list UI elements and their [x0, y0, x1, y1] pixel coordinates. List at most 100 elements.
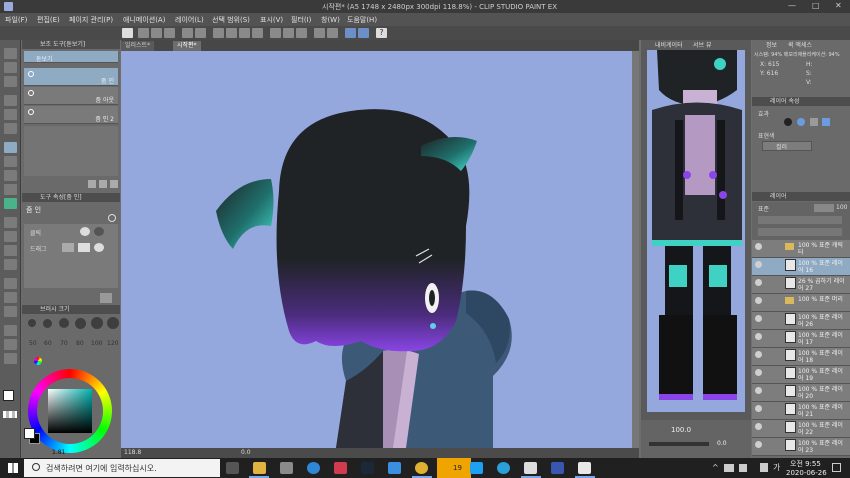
subview-zoom-readout[interactable]: 100.0: [671, 426, 691, 434]
visibility-eye-icon[interactable]: [755, 441, 762, 448]
subview-zoom-slider[interactable]: [649, 442, 709, 446]
visibility-eye-icon[interactable]: [755, 315, 762, 322]
tab-start[interactable]: 시작편*: [173, 41, 201, 51]
effect-texture-icon[interactable]: [810, 118, 818, 126]
clip-studio-icon[interactable]: [524, 462, 537, 474]
auto-select-tool-icon[interactable]: [4, 109, 17, 120]
operation-tool-icon[interactable]: [4, 76, 17, 87]
layer-row[interactable]: 100 % 표준 레이어 22: [752, 420, 850, 438]
brush-size-preset[interactable]: [43, 319, 52, 328]
eyedropper-tool-icon[interactable]: [4, 123, 17, 134]
visibility-eye-icon[interactable]: [755, 261, 762, 268]
zoom-value[interactable]: 118.8: [124, 449, 141, 456]
store-icon[interactable]: [280, 462, 293, 474]
effect-tone-icon[interactable]: [797, 118, 805, 126]
menu-view[interactable]: 표시(V): [260, 15, 283, 25]
subtool-item-zoom-in[interactable]: 줌 인: [24, 68, 118, 86]
visibility-eye-icon[interactable]: [755, 351, 762, 358]
menu-window[interactable]: 창(W): [321, 15, 340, 25]
media-player-icon[interactable]: [334, 462, 347, 474]
brush-size-preset[interactable]: [91, 317, 103, 329]
menu-animation[interactable]: 애니메이션(A): [123, 15, 165, 25]
airbrush-tool-icon[interactable]: [4, 184, 17, 195]
tab-subview[interactable]: 서브 뷰: [693, 40, 711, 49]
layer-row[interactable]: 100 % 표준 레이어 23: [752, 438, 850, 456]
visibility-eye-icon[interactable]: [755, 279, 762, 286]
snap-grid-icon[interactable]: [327, 28, 338, 38]
invert-selection-icon[interactable]: [283, 28, 294, 38]
tab-info[interactable]: 정보: [766, 40, 777, 49]
drawing-canvas[interactable]: [121, 51, 632, 448]
mail-icon[interactable]: [388, 462, 401, 474]
notification-icon[interactable]: [832, 463, 841, 472]
saturation-value-square[interactable]: [48, 389, 92, 433]
twitter-icon[interactable]: [470, 462, 483, 474]
layer-row[interactable]: 100 % 표준 레이어 17: [752, 330, 850, 348]
main-color-swatch[interactable]: [24, 428, 35, 439]
battery-icon[interactable]: [724, 464, 734, 472]
subtool-group-zoom[interactable]: 돋보기: [24, 51, 118, 63]
angle-value[interactable]: 0.0: [241, 449, 251, 456]
subtool-settings-icon[interactable]: [88, 180, 96, 188]
opacity-value[interactable]: 100: [836, 204, 847, 211]
menu-help[interactable]: 도움말(H): [347, 15, 377, 25]
visibility-eye-icon[interactable]: [755, 405, 762, 412]
layer-row[interactable]: 100 % 표준 레이어 20: [752, 384, 850, 402]
pencil-tool-icon[interactable]: [4, 156, 17, 167]
click-zoom-in-toggle[interactable]: [80, 227, 90, 236]
edge-legacy-icon[interactable]: [307, 462, 320, 474]
layer-row[interactable]: 100 % 표준 레이어 19: [752, 366, 850, 384]
zoom-tool-icon[interactable]: [4, 48, 17, 59]
chrome-icon[interactable]: [415, 462, 428, 474]
fill-icon[interactable]: [239, 28, 250, 38]
file-explorer-icon[interactable]: [253, 462, 266, 474]
clip-studio-icon[interactable]: [122, 28, 133, 38]
figure-tool-icon[interactable]: [4, 278, 17, 289]
gradient-tool-icon[interactable]: [4, 259, 17, 270]
close-button[interactable]: ✕: [835, 1, 842, 10]
opacity-slider[interactable]: [814, 204, 834, 212]
copy-subtool-icon[interactable]: [99, 180, 107, 188]
drag-mode-selected-icon[interactable]: [78, 243, 90, 252]
layer-tool-icons[interactable]: [758, 216, 842, 224]
redo-icon[interactable]: [195, 28, 206, 38]
click-zoom-out-toggle[interactable]: [94, 227, 104, 236]
effect-layer-color-icon[interactable]: [822, 118, 830, 126]
menu-selection[interactable]: 선택 범위(S): [212, 15, 250, 25]
snap-ruler-icon[interactable]: [314, 28, 325, 38]
visibility-eye-icon[interactable]: [755, 297, 762, 304]
layer-action-icons[interactable]: [758, 228, 842, 236]
brush-tool-icon[interactable]: [4, 170, 17, 181]
maximize-button[interactable]: □: [812, 1, 820, 10]
brush-size-preset[interactable]: [59, 318, 69, 328]
tab-navigator[interactable]: 내비게이터: [655, 40, 683, 49]
undo-icon[interactable]: [182, 28, 193, 38]
ruler-tool-icon[interactable]: [4, 306, 17, 317]
selection-tool-icon[interactable]: [4, 95, 17, 106]
snap-special-ruler-icon[interactable]: [345, 28, 356, 38]
open-file-icon[interactable]: [151, 28, 162, 38]
wrench-icon[interactable]: [108, 214, 116, 222]
volume-icon[interactable]: [739, 464, 747, 472]
transparent-color-chip[interactable]: [3, 411, 17, 418]
correct-line-tool-icon[interactable]: [4, 353, 17, 364]
grid-icon[interactable]: [358, 28, 369, 38]
new-file-icon[interactable]: [138, 28, 149, 38]
pen-icon[interactable]: [760, 463, 768, 472]
hue-ring[interactable]: [28, 369, 112, 453]
visibility-eye-icon[interactable]: [755, 387, 762, 394]
layer-row[interactable]: 100 % 표준 레이어 16: [752, 258, 850, 276]
subview-angle-readout[interactable]: 0.0: [717, 440, 727, 447]
show-selection-icon[interactable]: [296, 28, 307, 38]
clip-studio-paint-taskbar-icon[interactable]: [551, 462, 564, 474]
clip-studio-paint-icon[interactable]: [578, 462, 591, 474]
clock-time[interactable]: 오전 9:55: [790, 459, 821, 469]
clock-date[interactable]: 2020-06-26: [786, 469, 827, 477]
blend-mode-select[interactable]: 표준: [758, 204, 769, 213]
help-icon[interactable]: ?: [376, 28, 387, 38]
pen-tool-icon[interactable]: [4, 142, 17, 153]
task-view-icon[interactable]: [226, 462, 239, 474]
steam-icon[interactable]: [361, 462, 374, 474]
minimize-button[interactable]: —: [788, 1, 796, 10]
tab-illustration[interactable]: 일러스트*: [121, 41, 155, 51]
